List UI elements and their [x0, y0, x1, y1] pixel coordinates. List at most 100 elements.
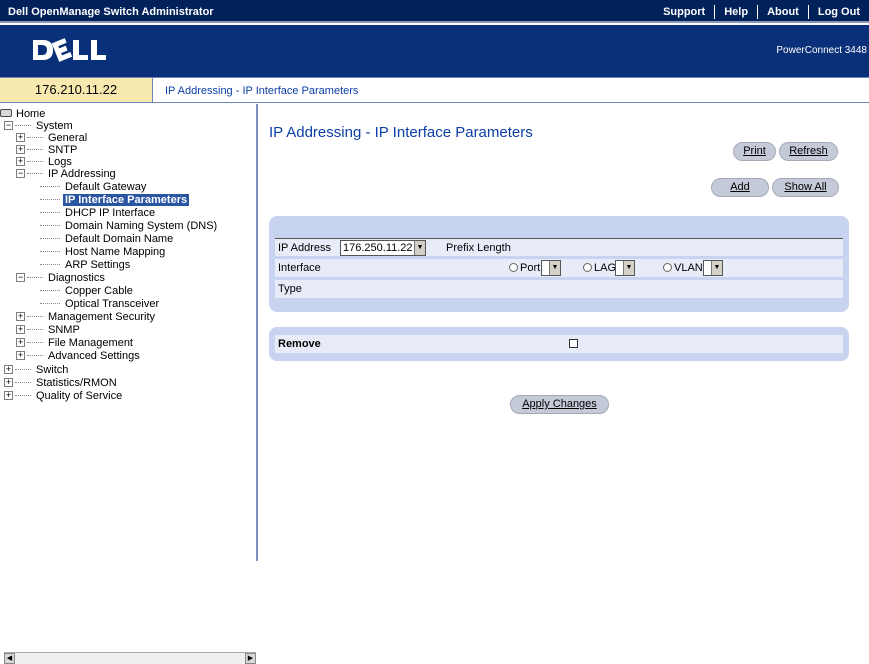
interface-label: Interface — [278, 262, 321, 274]
home-icon — [0, 109, 12, 117]
type-label: Type — [278, 283, 302, 295]
expand-icon[interactable]: + — [16, 145, 25, 154]
tree-item[interactable]: + File Management — [16, 337, 135, 350]
tree-connector — [15, 382, 31, 383]
scroll-left-icon[interactable]: ◀ — [4, 653, 15, 664]
tree-item-label: Management Security — [48, 311, 155, 323]
tree-item-label: Default Gateway — [65, 181, 147, 193]
collapse-icon[interactable]: − — [16, 169, 25, 178]
expand-icon[interactable]: + — [4, 365, 13, 374]
breadcrumb: IP Addressing - IP Interface Parameters — [165, 85, 359, 97]
tree-item-label: Quality of Service — [36, 390, 123, 402]
tree-item-label: Advanced Settings — [48, 350, 140, 362]
tree-item[interactable]: Host Name Mapping — [28, 246, 167, 259]
interface-row: Interface Port ▼ LAG ▼ VLAN ▼ — [275, 259, 843, 277]
tree-connector — [40, 199, 60, 200]
tree-connector — [27, 149, 43, 150]
page-title: IP Addressing - IP Interface Parameters — [269, 124, 533, 141]
tree-item[interactable]: − Diagnostics — [16, 272, 107, 285]
print-button[interactable]: Print — [733, 142, 776, 161]
expand-icon[interactable]: + — [16, 157, 25, 166]
expand-icon[interactable]: + — [16, 312, 25, 321]
ip-interface-panel: IP Address 176.250.11.22 ▼ Prefix Length… — [269, 216, 849, 312]
tree-item[interactable]: Default Domain Name — [28, 233, 175, 246]
dell-logo — [33, 38, 106, 62]
port-select[interactable]: ▼ — [541, 260, 561, 276]
collapse-icon[interactable]: − — [4, 121, 13, 130]
expand-icon[interactable]: + — [16, 338, 25, 347]
tree-item[interactable]: Copper Cable — [28, 285, 135, 298]
tree-connector — [40, 186, 60, 187]
vlan-select[interactable]: ▼ — [703, 260, 723, 276]
tree-connector — [27, 355, 43, 356]
chevron-down-icon: ▼ — [711, 261, 722, 275]
ip-address-label: IP Address — [278, 242, 331, 254]
chevron-down-icon: ▼ — [549, 261, 560, 275]
tree-item-label: General — [48, 132, 88, 144]
show-all-button[interactable]: Show All — [772, 178, 839, 197]
tree-item[interactable]: Optical Transceiver — [28, 298, 161, 311]
tree-item[interactable]: DHCP IP Interface — [28, 207, 157, 220]
remove-checkbox[interactable] — [569, 339, 578, 348]
lag-select[interactable]: ▼ — [615, 260, 635, 276]
horizontal-scrollbar[interactable]: ◀ ▶ — [4, 652, 256, 664]
model-label: PowerConnect 3448 — [776, 45, 867, 56]
lag-radio[interactable] — [583, 263, 592, 272]
breadcrumb-bar: 176.210.11.22 IP Addressing - IP Interfa… — [0, 77, 869, 103]
scroll-right-icon[interactable]: ▶ — [245, 653, 256, 664]
add-button[interactable]: Add — [711, 178, 769, 197]
tree-connector — [27, 316, 43, 317]
tree-item-label: Domain Naming System (DNS) — [65, 220, 218, 232]
tree-item[interactable]: + Statistics/RMON — [4, 377, 119, 390]
logout-link[interactable]: Log Out — [809, 6, 869, 18]
expand-icon[interactable]: + — [16, 133, 25, 142]
tree-item-label: Host Name Mapping — [65, 246, 166, 258]
tree-item[interactable]: + Quality of Service — [4, 390, 124, 403]
lag-label: LAG — [594, 262, 617, 274]
tree-connector — [27, 277, 43, 278]
expand-icon[interactable]: + — [16, 351, 25, 360]
port-label: Port — [520, 262, 541, 274]
logo-bar: PowerConnect 3448 — [0, 25, 869, 77]
vlan-label: VLAN — [674, 262, 703, 274]
tree-item[interactable]: IP Interface Parameters — [28, 194, 190, 207]
tree-item[interactable]: − IP Addressing — [16, 168, 118, 181]
tree-item-label: SNMP — [48, 324, 80, 336]
remove-row: Remove — [275, 335, 843, 353]
refresh-button[interactable]: Refresh — [779, 142, 838, 161]
chevron-down-icon: ▼ — [414, 241, 425, 255]
tree-connector — [40, 303, 60, 304]
top-links: Support Help About Log Out — [654, 0, 869, 23]
tree-connector — [27, 173, 43, 174]
tree-item[interactable]: Default Gateway — [28, 181, 148, 194]
tree-connector — [15, 395, 31, 396]
app-title: Dell OpenManage Switch Administrator — [8, 6, 214, 18]
port-radio[interactable] — [509, 263, 518, 272]
tree-item-label: DHCP IP Interface — [65, 207, 156, 219]
chevron-down-icon: ▼ — [623, 261, 634, 275]
collapse-icon[interactable]: − — [16, 273, 25, 282]
tree-item[interactable]: + SNMP — [16, 324, 82, 337]
tree-item[interactable]: ARP Settings — [28, 259, 132, 272]
tree-item-label: Default Domain Name — [65, 233, 174, 245]
tree-item[interactable]: + Management Security — [16, 311, 157, 324]
expand-icon[interactable]: + — [4, 378, 13, 387]
expand-icon[interactable]: + — [16, 325, 25, 334]
top-bar: Dell OpenManage Switch Administrator Sup… — [0, 0, 869, 23]
tree-item-label: IP Addressing — [48, 168, 116, 180]
tree-item[interactable]: + Switch — [4, 364, 70, 377]
help-link[interactable]: Help — [715, 6, 757, 18]
tree-item[interactable]: Domain Naming System (DNS) — [28, 220, 219, 233]
support-link[interactable]: Support — [654, 6, 714, 18]
vlan-radio[interactable] — [663, 263, 672, 272]
apply-changes-button[interactable]: Apply Changes — [510, 395, 609, 414]
tree-item-label: File Management — [48, 337, 133, 349]
tree-item[interactable]: + Advanced Settings — [16, 350, 142, 363]
tree-item-label: Logs — [48, 156, 72, 168]
tree-connector — [27, 329, 43, 330]
expand-icon[interactable]: + — [4, 391, 13, 400]
about-link[interactable]: About — [758, 6, 808, 18]
tree-item-label: Statistics/RMON — [36, 377, 117, 389]
tree-connector — [27, 342, 43, 343]
ip-address-select[interactable]: 176.250.11.22 ▼ — [340, 240, 426, 256]
